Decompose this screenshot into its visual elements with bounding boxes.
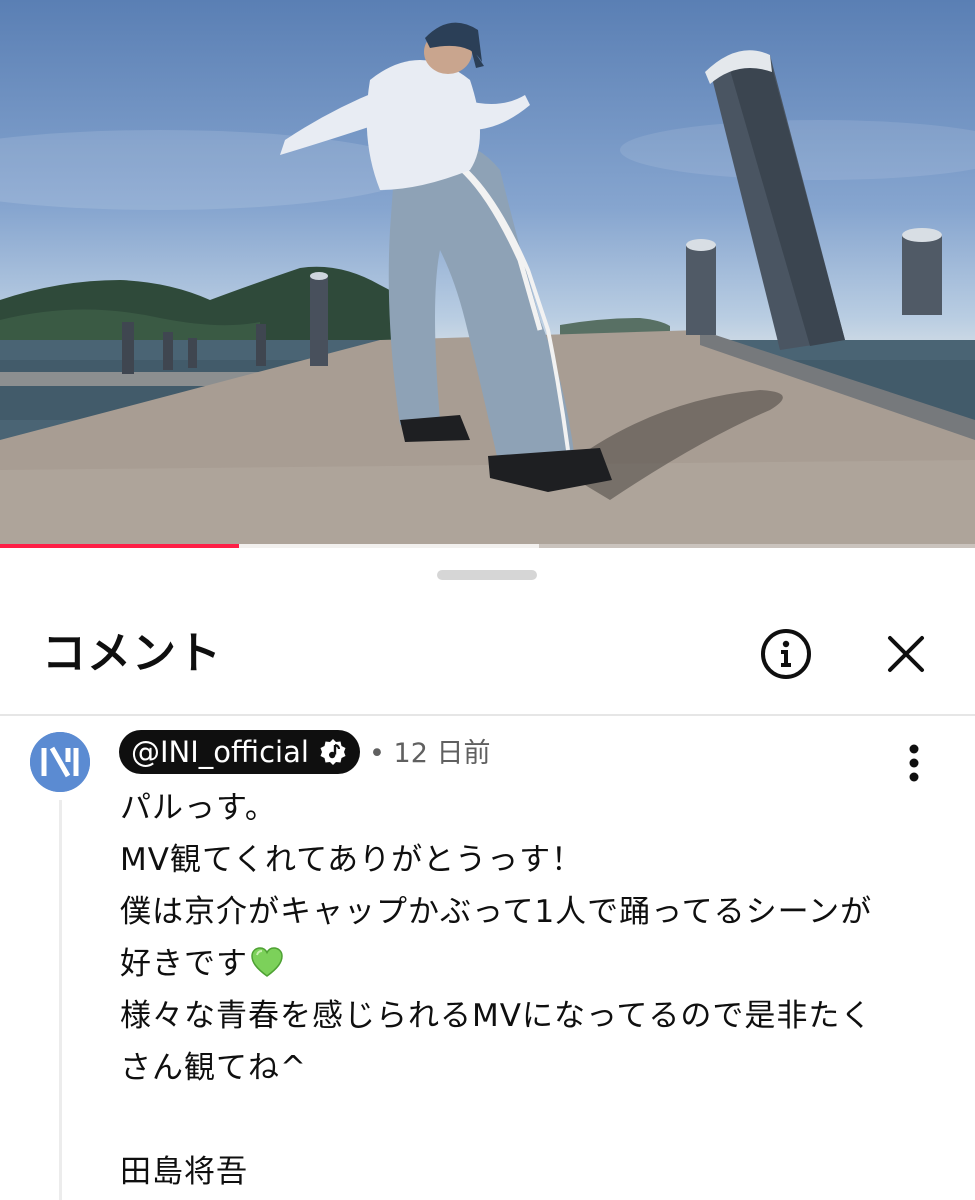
- more-vert-icon: [909, 744, 919, 782]
- comment-line: 僕は京介がキャップかぶって1人で踊ってるシーンが: [120, 894, 873, 930]
- progress-played: [0, 544, 239, 548]
- avatar[interactable]: [30, 732, 90, 792]
- drag-handle[interactable]: [437, 570, 537, 580]
- comment-time: 12 日前: [393, 738, 491, 769]
- info-button[interactable]: [757, 625, 815, 683]
- sheet-title: コメント: [42, 628, 222, 679]
- comment-line: 様々な青春を感じられるMVになってるので是非たく: [120, 998, 873, 1034]
- comment-line: MV観てくれてありがとうっす！: [120, 842, 584, 878]
- video-progress-bar[interactable]: [0, 544, 975, 548]
- close-button[interactable]: [880, 628, 932, 680]
- ini-logo-icon: [30, 732, 90, 792]
- comment-text: パルっす。 MV観てくれてありがとうっす！ 僕は京介がキャップかぶって1人で踊っ…: [120, 782, 920, 1198]
- comment-blank-line: [120, 1094, 920, 1146]
- video-frame: [0, 22, 975, 548]
- meta-separator: •: [369, 738, 385, 769]
- comment-line: パルっす。: [120, 790, 277, 826]
- author-chip[interactable]: @INI_official: [119, 730, 360, 774]
- comment-line: さん観てね^: [120, 1050, 307, 1086]
- thread-line: [59, 800, 62, 1200]
- comment-meta: • 12 日前: [369, 732, 490, 776]
- comment-signature: 田島将吾: [120, 1154, 248, 1190]
- music-note-verified-icon: [318, 737, 348, 767]
- comment-line-with-emoji: 好きです: [120, 938, 920, 990]
- close-icon: [888, 636, 924, 672]
- comments-sheet: コメント @INI_official • 12 日前 パルっす。 MV観てくれて…: [0, 550, 975, 1200]
- divider: [0, 714, 975, 716]
- video-player[interactable]: [0, 0, 975, 548]
- more-options-button[interactable]: [894, 738, 934, 788]
- green-heart-icon: [251, 947, 283, 977]
- comment-line: 好きです: [120, 946, 248, 982]
- info-icon: [761, 629, 811, 679]
- author-name: @INI_official: [131, 735, 309, 769]
